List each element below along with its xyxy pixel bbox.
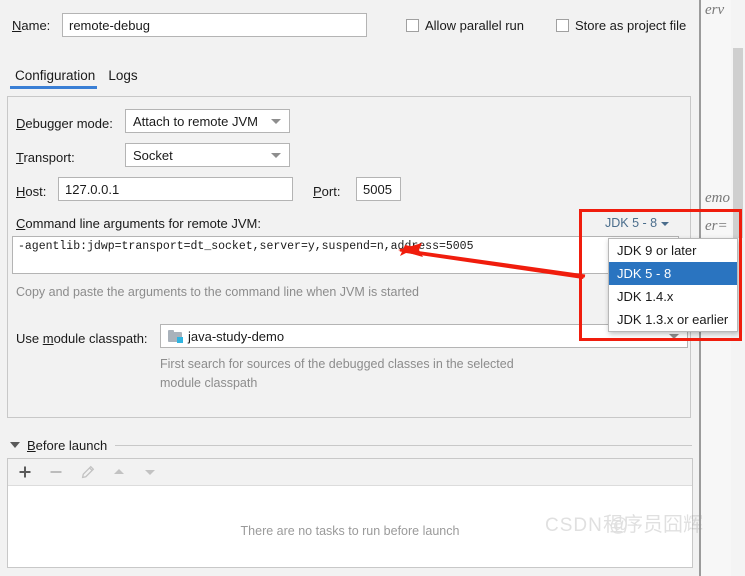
store-as-project-file-checkbox[interactable]: Store as project file <box>556 16 686 34</box>
chevron-down-icon[interactable] <box>661 222 670 226</box>
before-launch-panel: There are no tasks to run before launch <box>7 458 693 568</box>
tab-logs[interactable]: Logs <box>103 68 145 89</box>
debugger-mode-value: Attach to remote JVM <box>133 113 258 129</box>
debugger-mode-label: Debugger mode: <box>16 116 113 131</box>
collapse-triangle-icon[interactable] <box>10 442 20 448</box>
jdk-option-1-3-x-or-earlier[interactable]: JDK 1.3.x or earlier <box>609 308 737 331</box>
background-text-bottom: er= <box>705 218 728 234</box>
tab-bar[interactable]: Configuration Logs <box>10 68 146 92</box>
module-folder-icon <box>168 329 183 343</box>
store-as-project-file-label: Store as project file <box>575 17 687 33</box>
background-text-top: erv <box>705 2 725 18</box>
pencil-edit-icon[interactable] <box>80 465 95 480</box>
name-label: Name: <box>12 18 51 33</box>
divider <box>115 444 692 446</box>
before-launch-title: Before launch <box>27 437 108 453</box>
chevron-down-icon[interactable] <box>271 119 281 124</box>
command-line-arguments-input[interactable]: -agentlib:jdwp=transport=dt_socket,serve… <box>12 236 679 274</box>
port-input[interactable] <box>356 177 401 201</box>
transport-combo[interactable]: Socket <box>125 143 290 167</box>
debugger-mode-combo[interactable]: Attach to remote JVM <box>125 109 290 133</box>
module-classpath-label: Use module classpath: <box>16 331 148 346</box>
command-line-arguments-label: Command line arguments for remote JVM: <box>16 216 261 231</box>
allow-parallel-run-label: Allow parallel run <box>425 17 524 33</box>
chevron-down-icon[interactable] <box>669 334 679 339</box>
before-launch-toolbar <box>8 459 692 486</box>
checkbox-box[interactable] <box>556 18 569 32</box>
transport-label: Transport: <box>16 150 75 165</box>
minus-icon[interactable] <box>49 465 63 479</box>
plus-icon[interactable] <box>18 465 32 479</box>
scrollbar-thumb[interactable] <box>733 48 743 238</box>
transport-value: Socket <box>133 147 173 163</box>
jdk-version-value: JDK 5 - 8 <box>605 216 658 230</box>
allow-parallel-run-checkbox[interactable]: Allow parallel run <box>406 16 524 34</box>
module-hint-line-1: First search for sources of the debugged… <box>160 357 514 371</box>
port-label: Port: <box>313 184 341 199</box>
jdk-option-9-or-later[interactable]: JDK 9 or later <box>609 239 737 262</box>
background-text-mid: emo <box>705 190 730 206</box>
before-launch-empty-text: There are no tasks to run before launch <box>240 524 460 538</box>
dialog-body: Name: Allow parallel run Store as projec… <box>0 0 743 576</box>
before-launch-header[interactable]: Before launch <box>10 437 692 453</box>
jdk-option-5-8[interactable]: JDK 5 - 8 <box>609 262 737 285</box>
jdk-version-selector[interactable]: JDK 5 - 8 <box>605 216 670 230</box>
module-classpath-value: java-study-demo <box>188 328 285 344</box>
jdk-version-dropdown-popup[interactable]: JDK 9 or later JDK 5 - 8 JDK 1.4.x JDK 1… <box>608 238 738 332</box>
host-label: Host: <box>16 184 47 199</box>
arrow-up-icon[interactable] <box>112 466 126 478</box>
jdk-option-1-4-x[interactable]: JDK 1.4.x <box>609 285 737 308</box>
arrow-down-icon[interactable] <box>143 466 157 478</box>
chevron-down-icon[interactable] <box>271 153 281 158</box>
module-hint-line-2: module classpath <box>160 376 258 390</box>
name-input[interactable] <box>62 13 367 37</box>
checkbox-box[interactable] <box>406 18 419 32</box>
host-input[interactable] <box>58 177 293 201</box>
name-row: Name: Allow parallel run Store as projec… <box>12 13 743 39</box>
run-configuration-dialog: erv emo er= Name: Allow parallel run Sto… <box>0 0 745 576</box>
tab-configuration[interactable]: Configuration <box>10 68 103 89</box>
command-line-arguments-hint: Copy and paste the arguments to the comm… <box>16 285 419 299</box>
